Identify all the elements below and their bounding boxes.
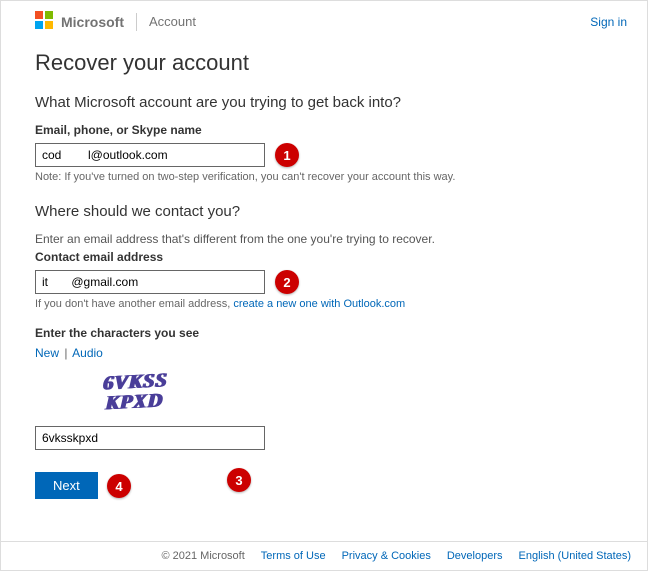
header-section-label: Account bbox=[149, 14, 196, 29]
question-2: Where should we contact you? bbox=[35, 203, 613, 220]
contact-note-prefix: If you don't have another email address, bbox=[35, 298, 233, 310]
header-divider bbox=[136, 13, 137, 31]
captcha-audio-link[interactable]: Audio bbox=[72, 346, 103, 360]
footer-language-link[interactable]: English (United States) bbox=[519, 550, 632, 562]
contact-label: Contact email address bbox=[35, 250, 613, 264]
captcha-links: New | Audio bbox=[35, 346, 613, 360]
main-content: Recover your account What Microsoft acco… bbox=[1, 40, 647, 517]
captcha-image: 6VKSS KPXD bbox=[35, 366, 235, 418]
page-footer: © 2021 Microsoft Terms of Use Privacy & … bbox=[1, 541, 647, 570]
captcha-new-link[interactable]: New bbox=[35, 346, 59, 360]
annotation-marker-4: 4 bbox=[107, 474, 131, 498]
footer-developers-link[interactable]: Developers bbox=[447, 550, 503, 562]
page-header: Microsoft Account Sign in bbox=[1, 1, 647, 40]
next-button[interactable]: Next bbox=[35, 472, 98, 499]
brand-group: Microsoft Account bbox=[35, 11, 196, 32]
captcha-sep: | bbox=[64, 346, 67, 360]
footer-terms-link[interactable]: Terms of Use bbox=[261, 550, 326, 562]
annotation-marker-1: 1 bbox=[275, 143, 299, 167]
question-1: What Microsoft account are you trying to… bbox=[35, 94, 613, 111]
contact-input[interactable] bbox=[35, 270, 265, 294]
contact-intro: Enter an email address that's different … bbox=[35, 232, 613, 246]
annotation-marker-2: 2 bbox=[275, 270, 299, 294]
captcha-input[interactable] bbox=[35, 426, 265, 450]
footer-privacy-link[interactable]: Privacy & Cookies bbox=[342, 550, 431, 562]
footer-copyright: © 2021 Microsoft bbox=[161, 550, 244, 562]
email-input[interactable] bbox=[35, 143, 265, 167]
create-outlook-link[interactable]: create a new one with Outlook.com bbox=[233, 298, 405, 310]
contact-note: If you don't have another email address,… bbox=[35, 298, 613, 310]
microsoft-logo-icon bbox=[35, 11, 53, 32]
page-title: Recover your account bbox=[35, 50, 613, 76]
brand-name: Microsoft bbox=[61, 14, 124, 30]
captcha-label: Enter the characters you see bbox=[35, 326, 613, 340]
email-label: Email, phone, or Skype name bbox=[35, 123, 613, 137]
captcha-distorted-text: 6VKSS KPXD bbox=[102, 370, 168, 413]
signin-link[interactable]: Sign in bbox=[590, 15, 627, 29]
email-note: Note: If you've turned on two-step verif… bbox=[35, 171, 613, 183]
